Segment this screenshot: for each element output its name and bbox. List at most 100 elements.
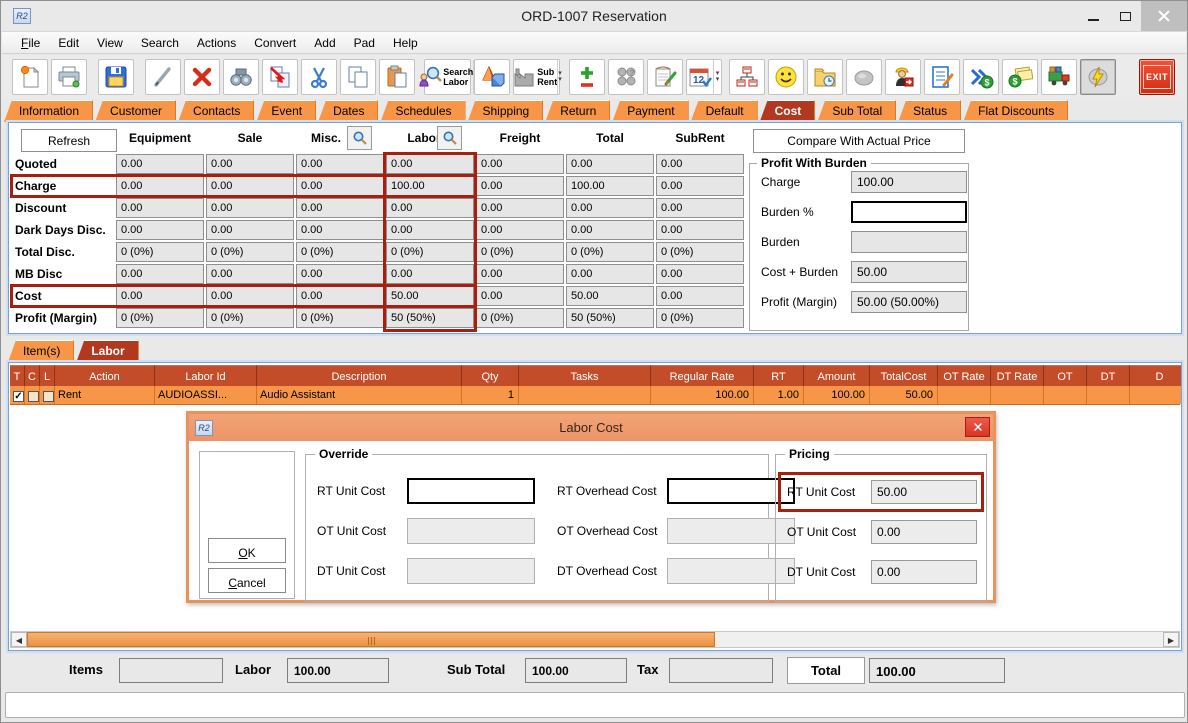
delete-icon (189, 64, 215, 90)
shapes-3d-button[interactable] (474, 59, 510, 95)
org-chart-button[interactable] (729, 59, 765, 95)
cost-cell: 0.00 (656, 176, 744, 196)
totals-bar: Items Labor 100.00 Sub Total 100.00 Tax … (1, 654, 1187, 690)
search-labor-button[interactable]: Search Labor▾▾ (424, 59, 471, 95)
menu-pad[interactable]: Pad (345, 34, 384, 52)
print-icon (56, 64, 82, 90)
menu-search[interactable]: Search (132, 34, 188, 52)
labor-cell-c (25, 386, 40, 404)
exit-button[interactable]: EXIT (1139, 59, 1175, 95)
cost-cell: 0.00 (656, 220, 744, 240)
cost-cell: 100.00 (386, 176, 474, 196)
close-button[interactable] (1141, 1, 1187, 31)
menu-actions[interactable]: Actions (188, 34, 245, 52)
labor-cell-qty: 1 (462, 386, 519, 404)
items-label: Items (69, 662, 103, 677)
cost-row-label: Cost (11, 285, 115, 307)
notes-edit-button[interactable] (647, 59, 683, 95)
dropdown-arrow-icon[interactable]: ▾▾ (557, 60, 562, 94)
tab-event[interactable]: Event (256, 100, 316, 122)
crew-group-button[interactable]: ? (608, 59, 644, 95)
menu-file[interactable]: File (12, 34, 49, 52)
profit-with-burden-title: Profit With Burden (757, 156, 871, 170)
find-binoculars-button[interactable] (223, 59, 259, 95)
tab-default[interactable]: Default (691, 100, 758, 122)
tab-status[interactable]: Status (898, 100, 961, 122)
stone-button[interactable] (846, 59, 882, 95)
detail-tab-item-s-[interactable]: Item(s) (8, 340, 74, 362)
app-window: { "window": { "title": "ORD-1007 Reserva… (0, 0, 1188, 723)
unchecked-checkbox[interactable] (28, 391, 39, 402)
tab-shipping[interactable]: Shipping (468, 100, 544, 122)
menu-edit[interactable]: Edit (49, 34, 88, 52)
payment-forward-button[interactable]: $ (963, 59, 999, 95)
tab-payment[interactable]: Payment (612, 100, 688, 122)
checked-checkbox[interactable]: ✓ (13, 391, 24, 402)
override-rt-unit-cost-input[interactable] (407, 478, 535, 504)
labor-column-header-d: D (1130, 365, 1182, 386)
transport-truck-button[interactable] (1041, 59, 1077, 95)
scrollbar-thumb[interactable] (27, 632, 715, 647)
folder-time-button[interactable] (807, 59, 843, 95)
cut-button[interactable] (301, 59, 337, 95)
cost-cell: 0 (0%) (476, 308, 564, 328)
dialog-close-button[interactable] (965, 417, 990, 437)
menu-help[interactable]: Help (384, 34, 427, 52)
tab-customer[interactable]: Customer (95, 100, 176, 122)
copy-items-button[interactable] (262, 59, 298, 95)
quick-action-lightning-button[interactable] (1080, 59, 1116, 95)
tab-cost[interactable]: Cost (760, 100, 816, 122)
labor-cell-totalcost: 50.00 (870, 386, 938, 404)
labor-label: Labor (235, 662, 271, 677)
calendar-12-button[interactable]: 12▾▾ (686, 59, 722, 95)
add-remove-button[interactable] (569, 59, 605, 95)
burden--field[interactable] (851, 201, 967, 223)
edit-pencil-button[interactable] (145, 59, 181, 95)
tab-sub-total[interactable]: Sub Total (817, 100, 896, 122)
tab-return[interactable]: Return (545, 100, 610, 122)
labor-cell-rt: 1.00 (754, 386, 804, 404)
scroll-left-arrow[interactable]: ◀ (11, 632, 27, 647)
crew-assign-button[interactable] (885, 59, 921, 95)
invoice-money-button[interactable]: $ (1002, 59, 1038, 95)
new-document-button[interactable] (12, 59, 48, 95)
print-button[interactable] (51, 59, 87, 95)
cancel-button[interactable]: Cancel (208, 568, 286, 593)
magnifier-icon (442, 130, 458, 146)
refresh-button[interactable]: Refresh (21, 129, 117, 152)
unchecked-checkbox[interactable] (43, 391, 54, 402)
paste-button[interactable] (379, 59, 415, 95)
sub-rent-button[interactable]: Sub Rent▾▾ (513, 59, 560, 95)
search-misc-button[interactable] (347, 126, 372, 150)
detail-tab-labor[interactable]: Labor (76, 340, 138, 362)
tab-flat-discounts[interactable]: Flat Discounts (963, 100, 1068, 122)
menu-convert[interactable]: Convert (245, 34, 305, 52)
copy-button[interactable] (340, 59, 376, 95)
cost-cell: 0.00 (656, 264, 744, 284)
tab-contacts[interactable]: Contacts (178, 100, 254, 122)
maximize-button[interactable] (1109, 1, 1141, 31)
labor-grid-row[interactable]: ✓RentAUDIOASSI...Audio Assistant1100.001… (10, 386, 1180, 405)
menu-add[interactable]: Add (305, 34, 344, 52)
ok-button[interactable]: OK (208, 538, 286, 563)
labor-column-header-ot-rate: OT Rate (938, 365, 991, 386)
search-labor-column-button[interactable] (437, 126, 462, 150)
save-button[interactable] (98, 59, 134, 95)
tab-schedules[interactable]: Schedules (380, 100, 465, 122)
dropdown-arrow-icon[interactable]: ▾▾ (713, 60, 721, 94)
scroll-right-arrow[interactable]: ▶ (1163, 632, 1179, 647)
delete-button[interactable] (184, 59, 220, 95)
horizontal-scrollbar[interactable]: ◀ ▶ (10, 631, 1180, 648)
tab-information[interactable]: Information (4, 100, 93, 122)
smiley-button[interactable] (768, 59, 804, 95)
labor-cell-description: Audio Assistant (257, 386, 462, 404)
profit-margin--field: 50.00 (50.00%) (851, 291, 967, 313)
cost-cell: 0.00 (656, 154, 744, 174)
menu-view[interactable]: View (88, 34, 132, 52)
worksheet-button[interactable] (924, 59, 960, 95)
compare-actual-price-button[interactable]: Compare With Actual Price (753, 129, 965, 153)
tab-dates[interactable]: Dates (318, 100, 378, 122)
calendar-12-icon: 12 (687, 64, 713, 90)
cost-cell: 0.00 (206, 198, 294, 218)
minimize-button[interactable] (1077, 1, 1109, 31)
